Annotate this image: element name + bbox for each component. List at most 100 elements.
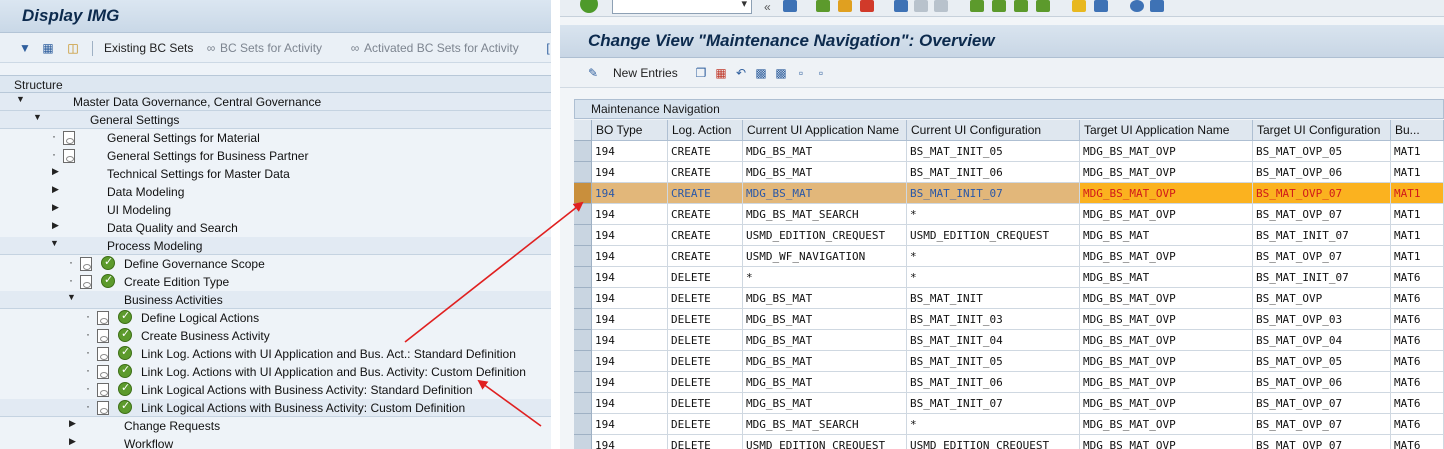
create-session-icon[interactable]	[1072, 0, 1086, 12]
row-selector[interactable]	[574, 309, 592, 330]
cell-business-activity[interactable]: MAT1	[1391, 225, 1444, 246]
img-activity-doc-icon[interactable]	[97, 365, 109, 379]
activated-bc-sets-button[interactable]: Activated BC Sets for Activity	[364, 41, 519, 55]
cell-bo-type[interactable]: 194	[592, 435, 668, 449]
cell-log-action[interactable]: CREATE	[668, 204, 743, 225]
cell-target-ui-app[interactable]: MDG_BS_MAT_OVP	[1080, 330, 1253, 351]
cell-current-ui-config[interactable]: BS_MAT_INIT_04	[907, 330, 1080, 351]
cell-current-ui-config[interactable]: *	[907, 414, 1080, 435]
tree-node-process-modeling[interactable]: ▼ Process Modeling	[0, 237, 551, 255]
tree-node-data-quality[interactable]: ▶ Data Quality and Search	[0, 219, 551, 237]
execute-activity-icon[interactable]	[118, 381, 132, 396]
column-header-target-ui-config[interactable]: Target UI Configuration	[1253, 120, 1391, 141]
tree-node-technical-settings[interactable]: ▶ Technical Settings for Master Data	[0, 165, 551, 183]
column-header-target-ui-app[interactable]: Target UI Application Name	[1080, 120, 1253, 141]
command-field[interactable]	[612, 0, 752, 14]
table-row[interactable]: 194 DELETE USMD_EDITION_CREQUEST USMD_EDITI…	[574, 435, 1444, 449]
cell-current-ui-config[interactable]: BS_MAT_INIT_07	[907, 183, 1080, 204]
cell-target-ui-config[interactable]: BS_MAT_OVP_07	[1253, 435, 1391, 449]
collapse-arrow-icon[interactable]: ▼	[67, 292, 77, 302]
table-row[interactable]: 194 DELETE * * MDG_BS_MAT BS_MAT_INIT_07 MAT6	[574, 267, 1444, 288]
cell-log-action[interactable]: DELETE	[668, 309, 743, 330]
cell-target-ui-config[interactable]: BS_MAT_INIT_07	[1253, 225, 1391, 246]
cell-bo-type[interactable]: 194	[592, 204, 668, 225]
cell-current-ui-app[interactable]: USMD_EDITION_CREQUEST	[743, 225, 907, 246]
cell-current-ui-config[interactable]: BS_MAT_INIT	[907, 288, 1080, 309]
row-selector[interactable]	[574, 372, 592, 393]
cell-current-ui-config[interactable]: BS_MAT_INIT_05	[907, 351, 1080, 372]
cell-log-action[interactable]: DELETE	[668, 414, 743, 435]
cell-target-ui-app[interactable]: MDG_BS_MAT_OVP	[1080, 141, 1253, 162]
cell-log-action[interactable]: DELETE	[668, 435, 743, 449]
bc-sets-for-activity-button[interactable]: BC Sets for Activity	[220, 41, 322, 55]
cell-bo-type[interactable]: 194	[592, 309, 668, 330]
img-activity-doc-icon[interactable]	[63, 149, 75, 163]
cell-current-ui-app[interactable]: MDG_BS_MAT	[743, 351, 907, 372]
cell-current-ui-app[interactable]: MDG_BS_MAT_SEARCH	[743, 414, 907, 435]
tree-node-create-business-activity[interactable]: · Create Business Activity	[0, 327, 551, 345]
row-selector[interactable]	[574, 435, 592, 449]
tree-node-general-settings[interactable]: ▼ General Settings	[0, 111, 551, 129]
cell-log-action[interactable]: DELETE	[668, 393, 743, 414]
first-page-icon[interactable]	[970, 0, 984, 12]
tree-node-link-log-actions-custom[interactable]: · Link Log. Actions with UI Application …	[0, 363, 551, 381]
tree-node-business-activities[interactable]: ▼ Business Activities	[0, 291, 551, 309]
tree-node-create-edition-type[interactable]: · Create Edition Type	[0, 273, 551, 291]
cell-current-ui-app[interactable]: MDG_BS_MAT	[743, 372, 907, 393]
previous-page-icon[interactable]	[992, 0, 1006, 12]
exit-icon[interactable]	[838, 0, 852, 12]
expand-arrow-icon[interactable]: ▶	[52, 184, 62, 195]
row-selector[interactable]	[574, 393, 592, 414]
release-notes-icon[interactable]: ◫	[66, 41, 80, 55]
change-display-icon[interactable]: ✎	[586, 66, 600, 80]
expand-arrow-icon[interactable]: ▶	[69, 436, 79, 447]
column-header-log-action[interactable]: Log. Action	[668, 120, 743, 141]
cell-log-action[interactable]: DELETE	[668, 372, 743, 393]
cell-current-ui-config[interactable]: *	[907, 267, 1080, 288]
cell-bo-type[interactable]: 194	[592, 372, 668, 393]
cell-business-activity[interactable]: MAT6	[1391, 267, 1444, 288]
cell-log-action[interactable]: CREATE	[668, 225, 743, 246]
table-row[interactable]: 194 CREATE USMD_EDITION_CREQUEST USMD_EDITI…	[574, 225, 1444, 246]
table-row[interactable]: 194 DELETE MDG_BS_MAT BS_MAT_INIT_07 MDG_BS_…	[574, 393, 1444, 414]
cell-bo-type[interactable]: 194	[592, 246, 668, 267]
copy-as-icon[interactable]: ❐	[694, 66, 708, 80]
column-header-business-activity[interactable]: Bu...	[1391, 120, 1444, 141]
help-icon[interactable]	[1130, 0, 1144, 12]
column-header-bo-type[interactable]: BO Type	[592, 120, 668, 141]
cell-target-ui-app[interactable]: MDG_BS_MAT_OVP	[1080, 372, 1253, 393]
tree-node-general-settings-bp[interactable]: · General Settings for Business Partner	[0, 147, 551, 165]
cell-business-activity[interactable]: MAT1	[1391, 141, 1444, 162]
next-page-icon[interactable]	[1014, 0, 1028, 12]
cell-business-activity[interactable]: MAT6	[1391, 372, 1444, 393]
row-selector[interactable]	[574, 414, 592, 435]
cell-target-ui-config[interactable]: BS_MAT_OVP_07	[1253, 183, 1391, 204]
cell-business-activity[interactable]: MAT1	[1391, 246, 1444, 267]
cell-bo-type[interactable]: 194	[592, 288, 668, 309]
row-selector[interactable]	[574, 204, 592, 225]
row-selector[interactable]	[574, 330, 592, 351]
execute-activity-icon[interactable]	[101, 255, 115, 270]
img-activity-doc-icon[interactable]	[97, 311, 109, 325]
cell-log-action[interactable]: CREATE	[668, 183, 743, 204]
row-selector[interactable]	[574, 141, 592, 162]
deselect-all-icon[interactable]: ▫	[794, 66, 808, 80]
img-activity-doc-icon[interactable]	[63, 131, 75, 145]
cell-bo-type[interactable]: 194	[592, 183, 668, 204]
cell-target-ui-app[interactable]: MDG_BS_MAT	[1080, 267, 1253, 288]
cell-target-ui-config[interactable]: BS_MAT_OVP_05	[1253, 351, 1391, 372]
cell-bo-type[interactable]: 194	[592, 141, 668, 162]
last-page-icon[interactable]	[1036, 0, 1050, 12]
cell-target-ui-config[interactable]: BS_MAT_OVP	[1253, 288, 1391, 309]
expand-arrow-icon[interactable]: ▶	[69, 418, 79, 429]
execute-activity-icon[interactable]	[118, 363, 132, 378]
cell-business-activity[interactable]: MAT6	[1391, 414, 1444, 435]
cell-target-ui-config[interactable]: BS_MAT_OVP_07	[1253, 414, 1391, 435]
cell-current-ui-app[interactable]: MDG_BS_MAT	[743, 162, 907, 183]
select-all-cell[interactable]	[574, 120, 592, 141]
cell-target-ui-config[interactable]: BS_MAT_OVP_06	[1253, 372, 1391, 393]
cell-target-ui-config[interactable]: BS_MAT_OVP_04	[1253, 330, 1391, 351]
expand-arrow-icon[interactable]: ▶	[52, 166, 62, 177]
bc-set-change-icon[interactable]: ▫	[814, 66, 828, 80]
cell-log-action[interactable]: DELETE	[668, 351, 743, 372]
